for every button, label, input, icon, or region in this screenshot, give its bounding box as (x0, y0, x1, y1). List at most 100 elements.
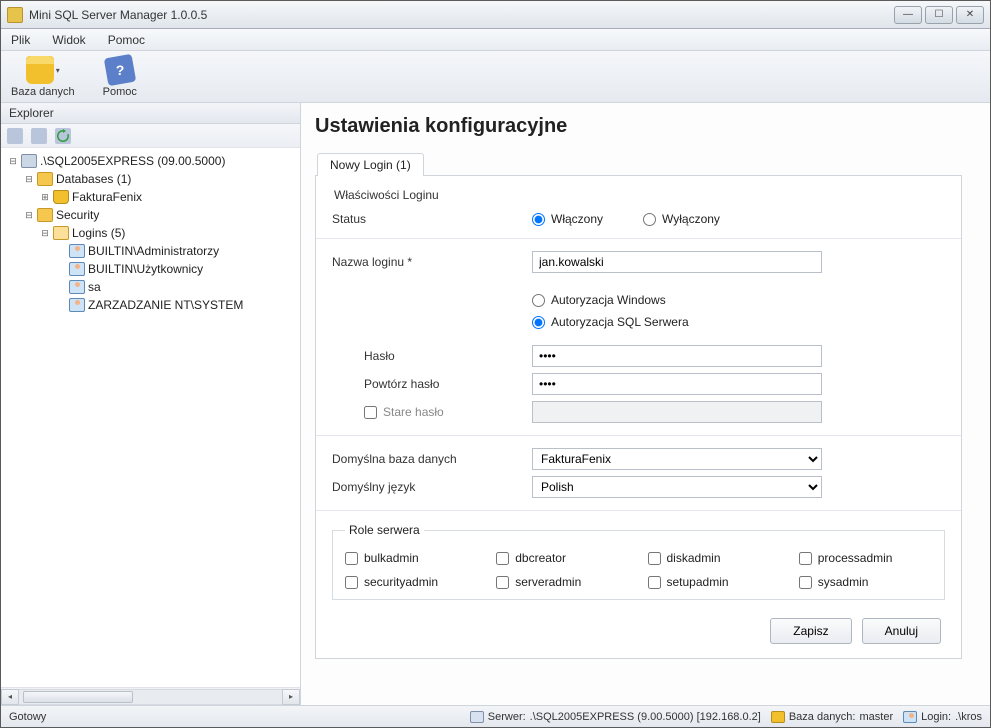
database-icon (53, 190, 69, 204)
old-password-label: Stare hasło (383, 405, 444, 419)
status-server-label: Serwer: (488, 711, 526, 723)
tree-databases-node[interactable]: ⊟Databases (1) (3, 170, 298, 188)
main-toolbar: ▾ Baza danych Pomoc (1, 51, 990, 103)
status-database: Baza danych: master (771, 711, 893, 723)
tree-login-item[interactable]: sa (3, 278, 298, 296)
auth-windows-label: Autoryzacja Windows (551, 293, 666, 307)
form-buttons: Zapisz Anuluj (332, 618, 945, 644)
role-bulkadmin-checkbox[interactable]: bulkadmin (345, 551, 478, 565)
separator (316, 238, 961, 239)
server-roles-fieldset: Role serwera bulkadmin dbcreator diskadm… (332, 523, 945, 600)
cancel-button[interactable]: Anuluj (862, 618, 941, 644)
help-icon (104, 53, 136, 85)
user-icon (69, 244, 85, 258)
main-content: Ustawienia konfiguracyjne Nowy Login (1)… (301, 103, 990, 705)
status-login-label: Login: (921, 711, 951, 723)
workspace: Explorer ⊟.\SQL2005EXPRESS (09.00.5000) … (1, 103, 990, 705)
menu-bar: Plik Widok Pomoc (1, 29, 990, 51)
toolbar-database-button[interactable]: ▾ Baza danych (11, 56, 75, 98)
tree-logins-node[interactable]: ⊟Logins (5) (3, 224, 298, 242)
auth-windows-radio[interactable]: Autoryzacja Windows (532, 293, 666, 307)
title-bar: Mini SQL Server Manager 1.0.0.5 — ☐ ✕ (1, 1, 990, 29)
scroll-thumb[interactable] (23, 691, 133, 703)
folder-icon (37, 208, 53, 222)
tree-login-item[interactable]: BUILTIN\Użytkownicy (3, 260, 298, 278)
folder-open-icon (53, 226, 69, 240)
server-icon (21, 154, 37, 168)
default-lang-select[interactable]: Polish (532, 476, 822, 498)
explorer-tool-1-icon[interactable] (7, 128, 23, 144)
window-title: Mini SQL Server Manager 1.0.0.5 (29, 8, 894, 22)
tree-login-item[interactable]: ZARZADZANIE NT\SYSTEM (3, 296, 298, 314)
group-label: Właściwości Loginu (334, 188, 945, 202)
status-login-value: .\kros (955, 711, 982, 723)
tree-security-node[interactable]: ⊟Security (3, 206, 298, 224)
role-dbcreator-checkbox[interactable]: dbcreator (496, 551, 629, 565)
maximize-button[interactable]: ☐ (925, 6, 953, 24)
tree-server-node[interactable]: ⊟.\SQL2005EXPRESS (09.00.5000) (3, 152, 298, 170)
tree-login-label: BUILTIN\Administratorzy (88, 244, 219, 258)
explorer-tree[interactable]: ⊟.\SQL2005EXPRESS (09.00.5000) ⊟Database… (1, 148, 300, 687)
tree-login-item[interactable]: BUILTIN\Administratorzy (3, 242, 298, 260)
auth-sql-radio[interactable]: Autoryzacja SQL Serwera (532, 315, 689, 329)
menu-help[interactable]: Pomoc (104, 31, 149, 49)
scroll-track[interactable] (19, 689, 282, 705)
old-password-input (532, 401, 822, 423)
explorer-tool-2-icon[interactable] (31, 128, 47, 144)
explorer-hscrollbar[interactable]: ◂ ▸ (1, 687, 300, 705)
login-form: Właściwości Loginu Status Włączony Wyłąc… (315, 176, 962, 659)
tree-login-label: ZARZADZANIE NT\SYSTEM (88, 298, 243, 312)
role-processadmin-checkbox[interactable]: processadmin (799, 551, 932, 565)
role-setupadmin-checkbox[interactable]: setupadmin (648, 575, 781, 589)
explorer-panel: Explorer ⊟.\SQL2005EXPRESS (09.00.5000) … (1, 103, 301, 705)
default-lang-label: Domyślny język (332, 480, 532, 494)
role-securityadmin-checkbox[interactable]: securityadmin (345, 575, 478, 589)
menu-file[interactable]: Plik (7, 31, 34, 49)
status-login: Login: .\kros (903, 711, 982, 723)
server-roles-legend: Role serwera (345, 523, 424, 537)
login-name-input[interactable] (532, 251, 822, 273)
explorer-toolbar (1, 124, 300, 148)
scroll-left-button[interactable]: ◂ (1, 689, 19, 705)
tree-db-label: FakturaFenix (72, 190, 142, 204)
tab-strip: Nowy Login (1) (315, 152, 962, 176)
auth-sql-label: Autoryzacja SQL Serwera (551, 315, 689, 329)
tree-db-item[interactable]: ⊞FakturaFenix (3, 188, 298, 206)
user-icon (69, 262, 85, 276)
page-title: Ustawienia konfiguracyjne (315, 115, 962, 138)
role-sysadmin-checkbox[interactable]: sysadmin (799, 575, 932, 589)
separator (316, 510, 961, 511)
close-button[interactable]: ✕ (956, 6, 984, 24)
toolbar-database-label: Baza danych (11, 86, 75, 98)
folder-icon (37, 172, 53, 186)
status-disabled-radio[interactable]: Wyłączony (643, 212, 720, 226)
password-input[interactable] (532, 345, 822, 367)
tree-login-label: BUILTIN\Użytkownicy (88, 262, 203, 276)
user-icon (903, 711, 917, 723)
app-icon (7, 7, 23, 23)
role-serveradmin-checkbox[interactable]: serveradmin (496, 575, 629, 589)
status-db-label: Baza danych: (789, 711, 856, 723)
minimize-button[interactable]: — (894, 6, 922, 24)
tab-new-login[interactable]: Nowy Login (1) (317, 153, 424, 176)
scroll-right-button[interactable]: ▸ (282, 689, 300, 705)
role-diskadmin-checkbox[interactable]: diskadmin (648, 551, 781, 565)
status-db-value: master (859, 711, 893, 723)
default-db-select[interactable]: FakturaFenix (532, 448, 822, 470)
menu-view[interactable]: Widok (48, 31, 89, 49)
save-button[interactable]: Zapisz (770, 618, 851, 644)
status-enabled-radio[interactable]: Włączony (532, 212, 603, 226)
old-password-checkbox[interactable]: Stare hasło (364, 405, 532, 419)
separator (316, 435, 961, 436)
refresh-icon[interactable] (55, 128, 71, 144)
tree-login-label: sa (88, 280, 101, 294)
server-icon (470, 711, 484, 723)
tree-databases-label: Databases (1) (56, 172, 131, 186)
repeat-password-input[interactable] (532, 373, 822, 395)
status-label: Status (332, 212, 532, 226)
status-server-value: .\SQL2005EXPRESS (9.00.5000) [192.168.0.… (530, 711, 761, 723)
user-icon (69, 298, 85, 312)
password-label: Hasło (332, 349, 532, 363)
repeat-password-label: Powtórz hasło (332, 377, 532, 391)
toolbar-help-button[interactable]: Pomoc (103, 56, 137, 98)
